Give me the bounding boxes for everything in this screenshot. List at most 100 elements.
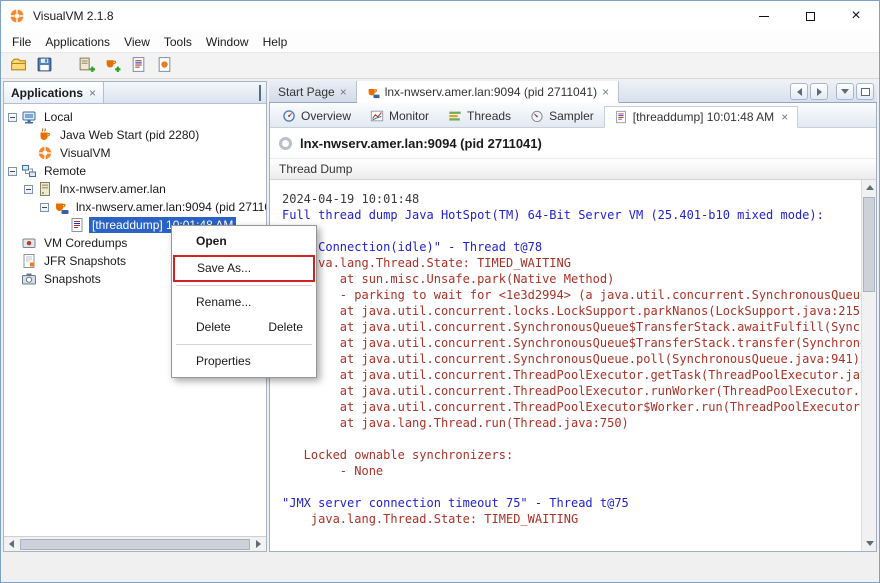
- close-button[interactable]: ×: [833, 1, 879, 31]
- take-heap-dump-button[interactable]: [152, 55, 176, 77]
- scroll-tabs-right-button[interactable]: [810, 83, 828, 100]
- scroll-down-icon[interactable]: [862, 536, 876, 551]
- close-tab-icon[interactable]: ×: [340, 86, 347, 98]
- subtab-threads[interactable]: Threads: [439, 105, 520, 127]
- tab-jmx-application[interactable]: lnx-nwserv.amer.lan:9094 (pid 2711041) ×: [357, 81, 619, 103]
- menu-applications[interactable]: Applications: [38, 32, 117, 52]
- maximize-button[interactable]: [787, 1, 833, 31]
- menu-file[interactable]: File: [5, 32, 38, 52]
- tree-item-label: Remote: [41, 163, 89, 179]
- thread-dump-line: at java.lang.Thread.run(Thread.java:750): [282, 415, 861, 431]
- tree-item-java-web-start[interactable]: Java Web Start (pid 2280): [4, 126, 266, 144]
- scroll-up-icon[interactable]: [862, 180, 876, 195]
- add-remote-host-button[interactable]: [74, 55, 98, 77]
- thread-dump-line: at java.util.concurrent.ThreadPoolExecut…: [282, 383, 861, 399]
- vertical-scrollbar[interactable]: [861, 180, 876, 551]
- collapse-handle-icon[interactable]: [40, 203, 49, 212]
- main-panel: Start Page×lnx-nwserv.amer.lan:9094 (pid…: [269, 81, 877, 552]
- thread-dump-line: at java.util.concurrent.ThreadPoolExecut…: [282, 399, 861, 415]
- thread-dump-line: at java.util.concurrent.ThreadPoolExecut…: [282, 367, 861, 383]
- load-snapshot-icon: [10, 56, 27, 76]
- thread-dump-line: 2024-04-19 10:01:48: [282, 191, 861, 207]
- tab-label: lnx-nwserv.amer.lan:9094 (pid 2711041): [385, 85, 597, 99]
- tree-item-remote[interactable]: Remote: [4, 162, 266, 180]
- menu-item-shortcut: Delete: [268, 315, 303, 340]
- add-jmx-connection-button[interactable]: [100, 55, 124, 77]
- snapshot-icon: [21, 271, 37, 287]
- load-snapshot-button[interactable]: [6, 55, 30, 77]
- add-jmx-connection-icon: [104, 56, 121, 76]
- tab-label: Applications: [11, 86, 83, 100]
- context-menu-item-rename[interactable]: Rename...: [173, 290, 315, 315]
- thread-dump-line: [282, 223, 861, 239]
- subtab-threaddump-tab[interactable]: [threaddump] 10:01:48 AM×: [604, 106, 798, 128]
- context-menu-item-delete[interactable]: Delete Delete: [173, 315, 315, 340]
- collapse-handle-icon[interactable]: [8, 113, 17, 122]
- context-menu-item-properties[interactable]: Properties: [173, 349, 315, 374]
- host-icon: [37, 181, 53, 197]
- maximize-view-button[interactable]: [856, 83, 874, 100]
- thread-dump-line: at sun.misc.Unsafe.park(Native Method): [282, 271, 861, 287]
- minimize-icon: [759, 16, 769, 17]
- thread-dump-line: at java.util.concurrent.SynchronousQueue…: [282, 335, 861, 351]
- save-snapshots-button[interactable]: [32, 55, 56, 77]
- tree-item-host-lnx-nwserv[interactable]: lnx-nwserv.amer.lan: [4, 180, 266, 198]
- menubar: FileApplicationsViewToolsWindowHelp: [1, 31, 879, 53]
- take-thread-dump-icon: [130, 56, 147, 76]
- tree-item-label: VisualVM: [57, 145, 113, 161]
- tree-item-local[interactable]: Local: [4, 108, 266, 126]
- subtab-label: Threads: [467, 109, 511, 123]
- subtab-label: Monitor: [389, 109, 429, 123]
- visualvm-logo-icon: [9, 8, 25, 24]
- tab-list-dropdown-button[interactable]: [836, 83, 854, 100]
- collapse-handle-icon[interactable]: [24, 185, 33, 194]
- menu-tools[interactable]: Tools: [157, 32, 199, 52]
- menu-window[interactable]: Window: [199, 32, 256, 52]
- take-thread-dump-button[interactable]: [126, 55, 150, 77]
- menu-help[interactable]: Help: [256, 32, 295, 52]
- thread-dump-line: [282, 479, 861, 495]
- take-heap-dump-icon: [156, 56, 173, 76]
- thread-dump-line: Locked ownable synchronizers:: [282, 447, 861, 463]
- subtab-sampler[interactable]: Sampler: [521, 105, 603, 127]
- tree-item-label: Local: [41, 109, 76, 125]
- subtab-overview[interactable]: Overview: [273, 105, 360, 127]
- minimize-panel-icon: [259, 85, 261, 101]
- threaddump-icon: [69, 217, 85, 233]
- horizontal-scrollbar[interactable]: [4, 536, 266, 551]
- window-controls: ×: [741, 1, 879, 31]
- threads-icon: [448, 109, 462, 123]
- close-tab-icon[interactable]: ×: [89, 87, 96, 99]
- context-menu-item-save-as[interactable]: Save As...: [174, 256, 314, 281]
- scroll-left-icon[interactable]: [4, 537, 19, 552]
- minimize-button[interactable]: [741, 1, 787, 31]
- tree-item-jmx-application[interactable]: lnx-nwserv.amer.lan:9094 (pid 2711041): [4, 198, 266, 216]
- context-menu-item-open[interactable]: Open: [173, 229, 315, 254]
- tab-start-page[interactable]: Start Page×: [269, 81, 357, 102]
- thread-dump-text: 2024-04-19 10:01:48Full thread dump Java…: [270, 180, 861, 551]
- scroll-right-icon[interactable]: [251, 537, 266, 552]
- scrollbar-thumb[interactable]: [20, 539, 250, 550]
- tree-item-label: Java Web Start (pid 2280): [57, 127, 202, 143]
- tab-applications[interactable]: Applications ×: [4, 82, 104, 103]
- close-tab-icon[interactable]: ×: [781, 111, 788, 123]
- thread-dump-view: 2024-04-19 10:01:48Full thread dump Java…: [270, 180, 876, 551]
- menu-item-label: Save As...: [197, 256, 251, 281]
- thread-dump-line: "TCP Connection(idle)" - Thread t@78: [282, 239, 861, 255]
- maximize-icon: [806, 12, 815, 21]
- collapse-handle-icon[interactable]: [8, 167, 17, 176]
- close-tab-icon[interactable]: ×: [602, 86, 609, 98]
- section-header: Thread Dump: [270, 158, 876, 180]
- scroll-tabs-left-button[interactable]: [790, 83, 808, 100]
- menu-view[interactable]: View: [117, 32, 157, 52]
- tree-item-label: VM Coredumps: [41, 235, 130, 251]
- menu-item-label: Delete: [196, 315, 231, 340]
- titlebar: VisualVM 2.1.8 ×: [1, 1, 879, 31]
- monitor-icon: [370, 109, 384, 123]
- scrollbar-thumb[interactable]: [863, 197, 875, 292]
- tree-item-visualvm[interactable]: VisualVM: [4, 144, 266, 162]
- minimize-panel-button[interactable]: [259, 86, 261, 100]
- toolbar: [1, 53, 879, 79]
- subtab-monitor[interactable]: Monitor: [361, 105, 438, 127]
- save-snapshots-icon: [36, 56, 53, 76]
